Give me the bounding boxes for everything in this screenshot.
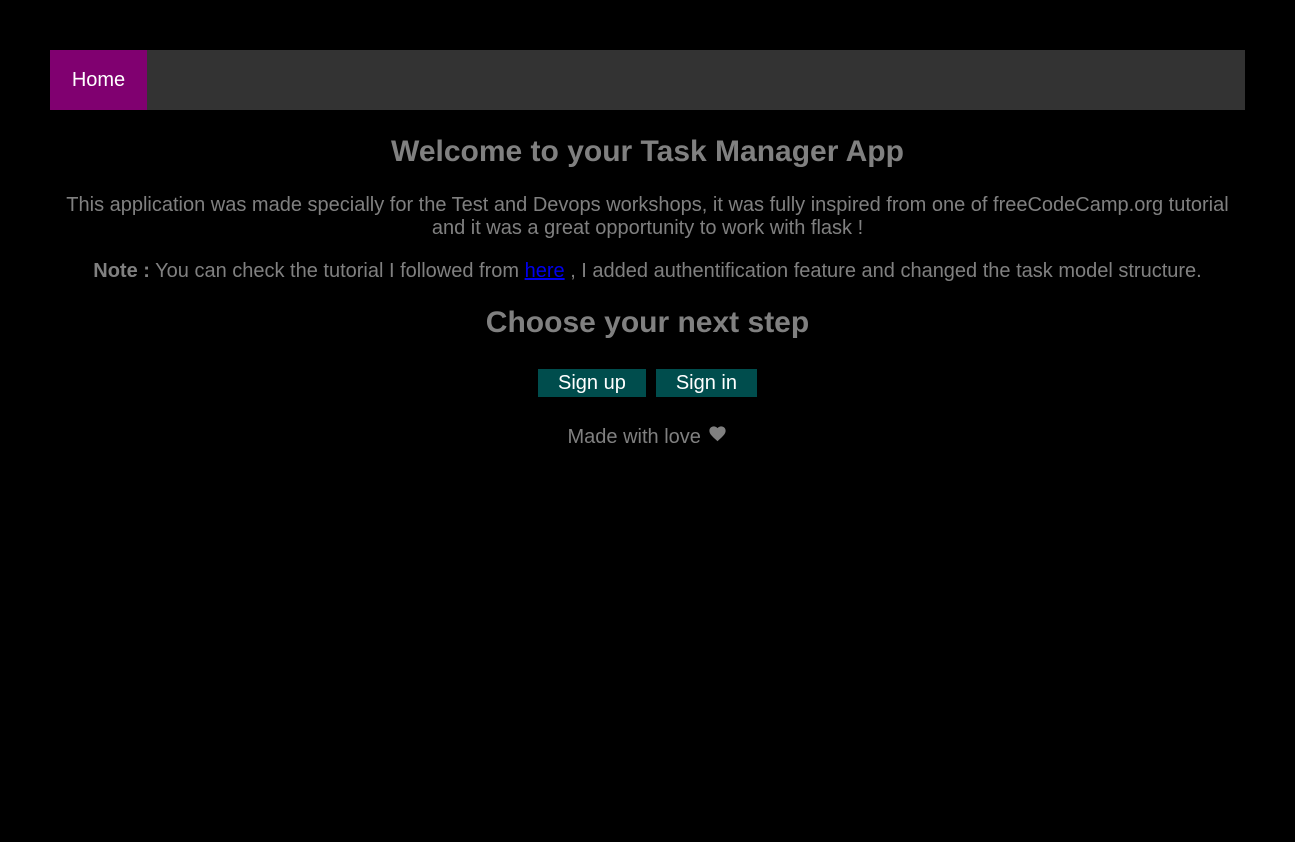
section-subtitle: Choose your next step (485, 306, 810, 339)
note-paragraph: Note : You can check the tutorial I foll… (50, 260, 1245, 283)
sign-in-button[interactable]: Sign in (655, 369, 757, 397)
note-label: Note : (93, 260, 150, 282)
heart-icon (708, 425, 727, 448)
note-text-after: , I added authentification feature and c… (564, 260, 1202, 282)
sign-up-button[interactable]: Sign up (538, 369, 646, 397)
nav-home-link[interactable]: Home (50, 50, 147, 110)
action-buttons: Sign up Sign in (50, 369, 1245, 397)
tutorial-link[interactable]: here (525, 260, 565, 282)
footer-text: Made with love (567, 426, 701, 448)
page-title: Welcome to your Task Manager App (391, 135, 904, 168)
navbar: Home (50, 50, 1245, 110)
page: Home Welcome to your Task Manager App Th… (0, 0, 1295, 842)
app-description: This application was made specially for … (66, 194, 1229, 239)
main-content: Welcome to your Task Manager App This ap… (50, 110, 1245, 449)
footer: Made with love (50, 426, 1245, 449)
note-text-before: You can check the tutorial I followed fr… (149, 260, 525, 282)
